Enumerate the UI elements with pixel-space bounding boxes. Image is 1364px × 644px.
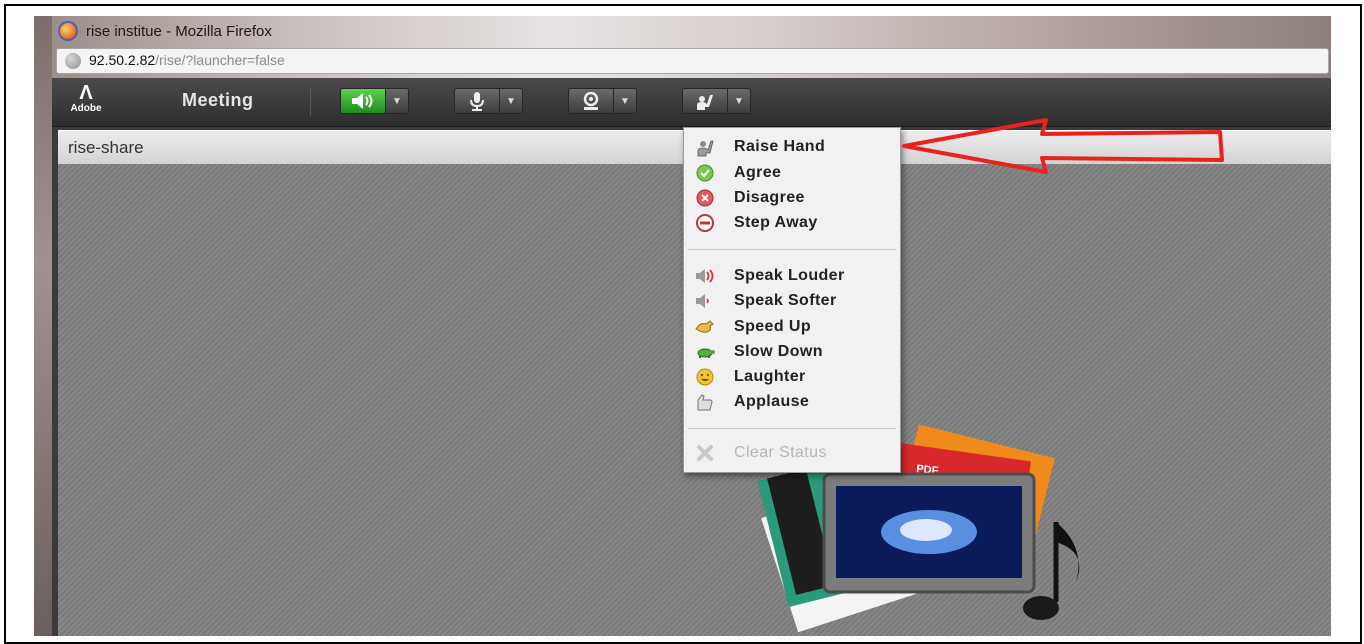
chevron-down-icon[interactable]: ▼: [385, 89, 408, 113]
window-edge: [34, 16, 52, 636]
menu-item-label: Step Away: [734, 214, 818, 231]
clear-status-icon: [694, 442, 716, 464]
red-arrow-annotation: [902, 118, 1224, 174]
menu-item-label: Laughter: [734, 368, 806, 385]
menu-item-label: Speed Up: [734, 318, 811, 335]
webcam-icon: [569, 89, 613, 113]
menu-item-label: Raise Hand: [734, 138, 826, 155]
menu-item-label: Disagree: [734, 189, 805, 206]
toolbar-divider: [310, 88, 311, 116]
step-away-icon: [694, 212, 716, 234]
menu-item-label: Speak Softer: [734, 292, 837, 309]
chevron-down-icon[interactable]: ▼: [499, 89, 522, 113]
raise-hand-icon: [694, 136, 716, 158]
menu-divider: [688, 249, 896, 250]
url-bar[interactable]: 92.50.2.82/rise/?launcher=false: [56, 48, 1329, 74]
speaker-icon: [341, 89, 385, 113]
microphone-button[interactable]: ▼: [454, 88, 523, 114]
globe-icon: [65, 53, 81, 69]
slow-down-icon: [694, 341, 716, 363]
menu-item-disagree[interactable]: Disagree: [684, 186, 900, 210]
menu-item-step-away[interactable]: Step Away: [684, 211, 900, 235]
firefox-icon: [58, 21, 78, 41]
microphone-icon: [455, 89, 499, 113]
status-dropdown-menu: Raise Hand Agree Disagree Step Away Spea…: [683, 127, 901, 473]
adobe-mark-icon: Λ: [79, 82, 93, 104]
menu-item-speed-up[interactable]: Speed Up: [684, 315, 900, 339]
raise-hand-icon: [683, 89, 727, 113]
menu-divider: [688, 428, 896, 429]
adobe-logo: Λ Adobe: [68, 83, 104, 121]
speaker-button[interactable]: ▼: [340, 88, 409, 114]
title-bar: rise institue - Mozilla Firefox: [52, 16, 1331, 46]
menu-item-label: Speak Louder: [734, 267, 845, 284]
menu-item-clear-status: Clear Status: [684, 441, 900, 465]
menu-item-label: Applause: [734, 393, 810, 410]
screenshot-frame: rise institue - Mozilla Firefox 92.50.2.…: [4, 4, 1362, 644]
applause-icon: [694, 391, 716, 413]
speak-louder-icon: [694, 265, 716, 287]
speed-up-icon: [694, 316, 716, 338]
meeting-menu[interactable]: Meeting: [182, 90, 254, 111]
status-button[interactable]: ▼: [682, 88, 751, 114]
agree-icon: [694, 162, 716, 184]
url-host: 92.50.2.82: [89, 52, 156, 68]
adobe-logo-text: Adobe: [70, 103, 102, 114]
menu-item-label: Slow Down: [734, 343, 823, 360]
menu-item-laughter[interactable]: Laughter: [684, 365, 900, 389]
menu-item-speak-softer[interactable]: Speak Softer: [684, 289, 900, 313]
chevron-down-icon[interactable]: ▼: [727, 89, 750, 113]
url-path: /rise/?launcher=false: [155, 52, 285, 68]
video-monitor-icon: [822, 472, 1036, 594]
laughter-icon: [694, 366, 716, 388]
menu-item-agree[interactable]: Agree: [684, 161, 900, 185]
menu-item-label: Agree: [734, 164, 782, 181]
speak-softer-icon: [694, 290, 716, 312]
camera-button[interactable]: ▼: [568, 88, 637, 114]
menu-item-slow-down[interactable]: Slow Down: [684, 340, 900, 364]
window-title: rise institue - Mozilla Firefox: [86, 22, 272, 40]
menu-item-label: Clear Status: [734, 444, 827, 461]
pod-title: rise-share: [68, 137, 144, 157]
disagree-icon: [694, 187, 716, 209]
menu-item-raise-hand[interactable]: Raise Hand: [684, 135, 900, 159]
chevron-down-icon[interactable]: ▼: [613, 89, 636, 113]
menu-item-applause[interactable]: Applause: [684, 390, 900, 414]
menu-item-speak-louder[interactable]: Speak Louder: [684, 264, 900, 288]
